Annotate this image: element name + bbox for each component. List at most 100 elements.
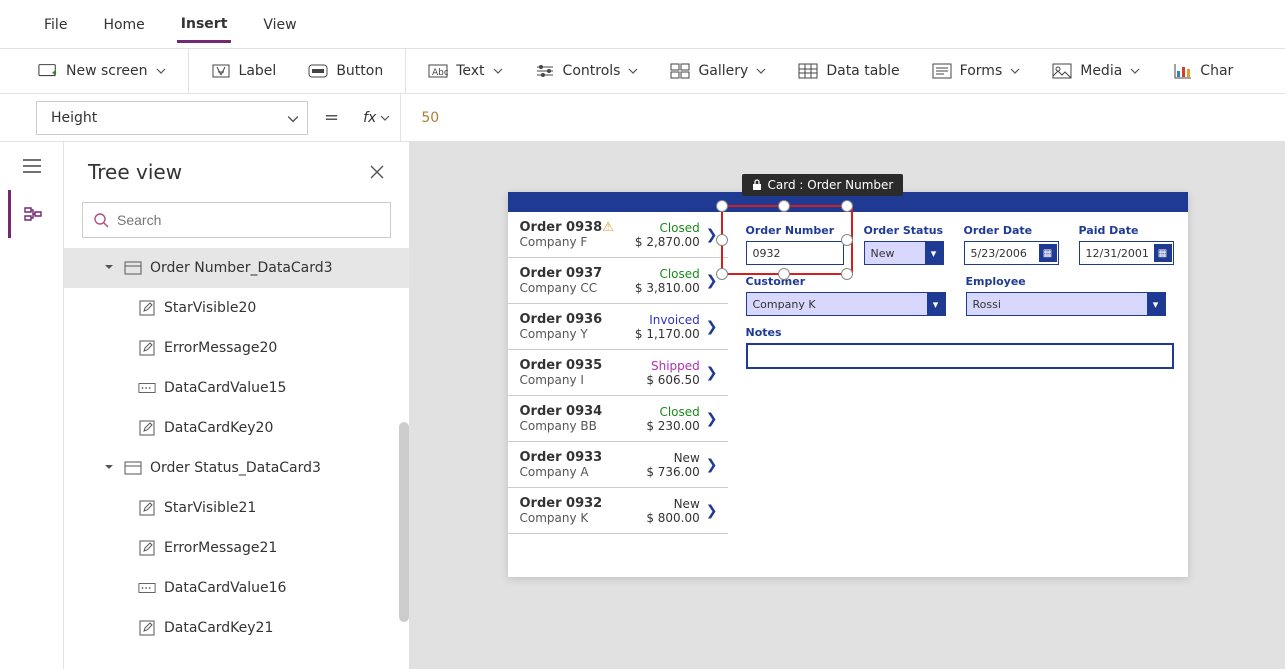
resize-handle[interactable] [841,268,853,280]
tree-node[interactable]: StarVisible20 [64,288,409,328]
tree-node-label: DataCardKey21 [164,620,273,636]
order-company: Company F [520,235,635,249]
resize-handle[interactable] [778,268,790,280]
tree-node[interactable]: DataCardKey21 [64,608,409,648]
tree-node-label: ErrorMessage20 [164,340,277,356]
tree-node[interactable]: StarVisible21 [64,488,409,528]
forms-button[interactable]: Forms [922,57,1031,85]
employee-combo[interactable]: Rossi ▾ [966,292,1166,316]
chevron-down-icon [628,66,638,76]
order-list-item[interactable]: Order 0933Company ANew$ 736.00❯ [508,442,728,488]
notes-input[interactable] [746,343,1174,369]
app-canvas[interactable]: Card : Order Number Order 0938⚠Company F… [508,192,1188,577]
button-icon [308,63,328,79]
customer-combo[interactable]: Company K ▾ [746,292,946,316]
controls-btn-text: Controls [563,63,621,79]
tree-node[interactable]: Order Status_DataCard3 [64,448,409,488]
text-button[interactable]: Abc Text [418,57,512,85]
text-icon: Abc [428,63,448,79]
employee-label: Employee [966,275,1166,288]
tree-node-label: ErrorMessage21 [164,540,277,556]
tree-scrollbar[interactable] [399,422,409,622]
chevron-right-icon: ❯ [706,319,718,335]
order-list-item[interactable]: Order 0935Company IShipped$ 606.50❯ [508,350,728,396]
order-amount: $ 606.50 [646,373,699,387]
controls-button[interactable]: Controls [525,57,649,85]
chart-btn-text: Char [1200,63,1233,79]
order-company: Company I [520,373,647,387]
order-title: Order 0934 [520,404,647,419]
resize-handle[interactable] [841,200,853,212]
tree-node-label: StarVisible20 [164,300,256,316]
tree-node[interactable]: ErrorMessage21 [64,528,409,568]
tree-node[interactable]: DataCardKey20 [64,408,409,448]
tree-node[interactable]: DataCardValue16 [64,568,409,608]
menu-view[interactable]: View [259,7,300,41]
collapse-icon[interactable] [104,462,116,474]
order-status: New [646,497,699,511]
resize-handle[interactable] [716,234,728,246]
menu-home[interactable]: Home [99,7,148,41]
order-status: Shipped [646,359,699,373]
order-list-item[interactable]: Order 0932Company KNew$ 800.00❯ [508,488,728,534]
data-table-button[interactable]: Data table [788,57,909,85]
fx-button[interactable]: fx [353,94,401,141]
button-btn-text: Button [336,63,383,79]
order-company: Company CC [520,281,635,295]
tree-node-label: DataCardValue15 [164,380,286,396]
button-button[interactable]: Button [298,57,393,85]
chevron-right-icon: ❯ [706,457,718,473]
edit-icon [138,341,156,355]
tree-node[interactable]: DataCardValue15 [64,368,409,408]
tree-search-box[interactable] [82,202,391,238]
order-list-item[interactable]: Order 0936Company YInvoiced$ 1,170.00❯ [508,304,728,350]
order-company: Company K [520,511,647,525]
order-amount: $ 1,170.00 [635,327,700,341]
screen-icon [38,63,58,79]
order-list-item[interactable]: Order 0934Company BBClosed$ 230.00❯ [508,396,728,442]
card-icon [124,461,142,475]
chart-icon [1172,63,1192,79]
property-selector[interactable]: Height [36,101,308,135]
resize-handle[interactable] [841,234,853,246]
rail-tree-view-button[interactable] [8,190,56,238]
rail-hamburger-button[interactable] [8,142,56,190]
paid-date-input[interactable]: 12/31/2001 ▦ [1079,241,1174,265]
tree-node[interactable]: ErrorMessage20 [64,328,409,368]
menu-file[interactable]: File [40,7,71,41]
new-screen-button[interactable]: New screen [28,57,176,85]
media-button[interactable]: Media [1042,57,1150,85]
label-button[interactable]: Label [201,57,287,85]
close-tree-button[interactable] [369,164,385,180]
resize-handle[interactable] [716,268,728,280]
equals-sign: = [324,107,339,128]
menu-insert[interactable]: Insert [177,6,232,43]
tree-node-label: Order Status_DataCard3 [150,460,321,476]
chart-button[interactable]: Char [1162,57,1243,85]
calendar-icon: ▦ [1039,244,1057,262]
tree-search-input[interactable] [117,212,380,228]
gallery-button[interactable]: Gallery [660,57,776,85]
tree-node-label: StarVisible21 [164,500,256,516]
order-date-input[interactable]: 5/23/2006 ▦ [964,241,1059,265]
resize-handle[interactable] [716,200,728,212]
edit-icon [138,301,156,315]
forms-btn-text: Forms [960,63,1003,79]
order-status-combo[interactable]: New ▾ [864,241,944,265]
edit-icon [138,541,156,555]
chevron-down-icon [380,113,390,123]
tree-node[interactable]: Order Number_DataCard3 [64,248,409,288]
property-name: Height [51,110,97,126]
order-list-item[interactable]: Order 0938⚠Company FClosed$ 2,870.00❯ [508,212,728,258]
chevron-down-icon [756,66,766,76]
formula-value[interactable]: 50 [401,110,439,126]
order-number-input[interactable]: 0932 [746,241,844,265]
media-icon [1052,63,1072,79]
order-list-item[interactable]: Order 0937Company CCClosed$ 3,810.00❯ [508,258,728,304]
lock-icon [752,179,762,191]
warning-icon: ⚠ [602,220,614,235]
order-title: Order 0937 [520,266,635,281]
collapse-icon[interactable] [104,262,116,274]
resize-handle[interactable] [778,200,790,212]
order-amount: $ 800.00 [646,511,699,525]
